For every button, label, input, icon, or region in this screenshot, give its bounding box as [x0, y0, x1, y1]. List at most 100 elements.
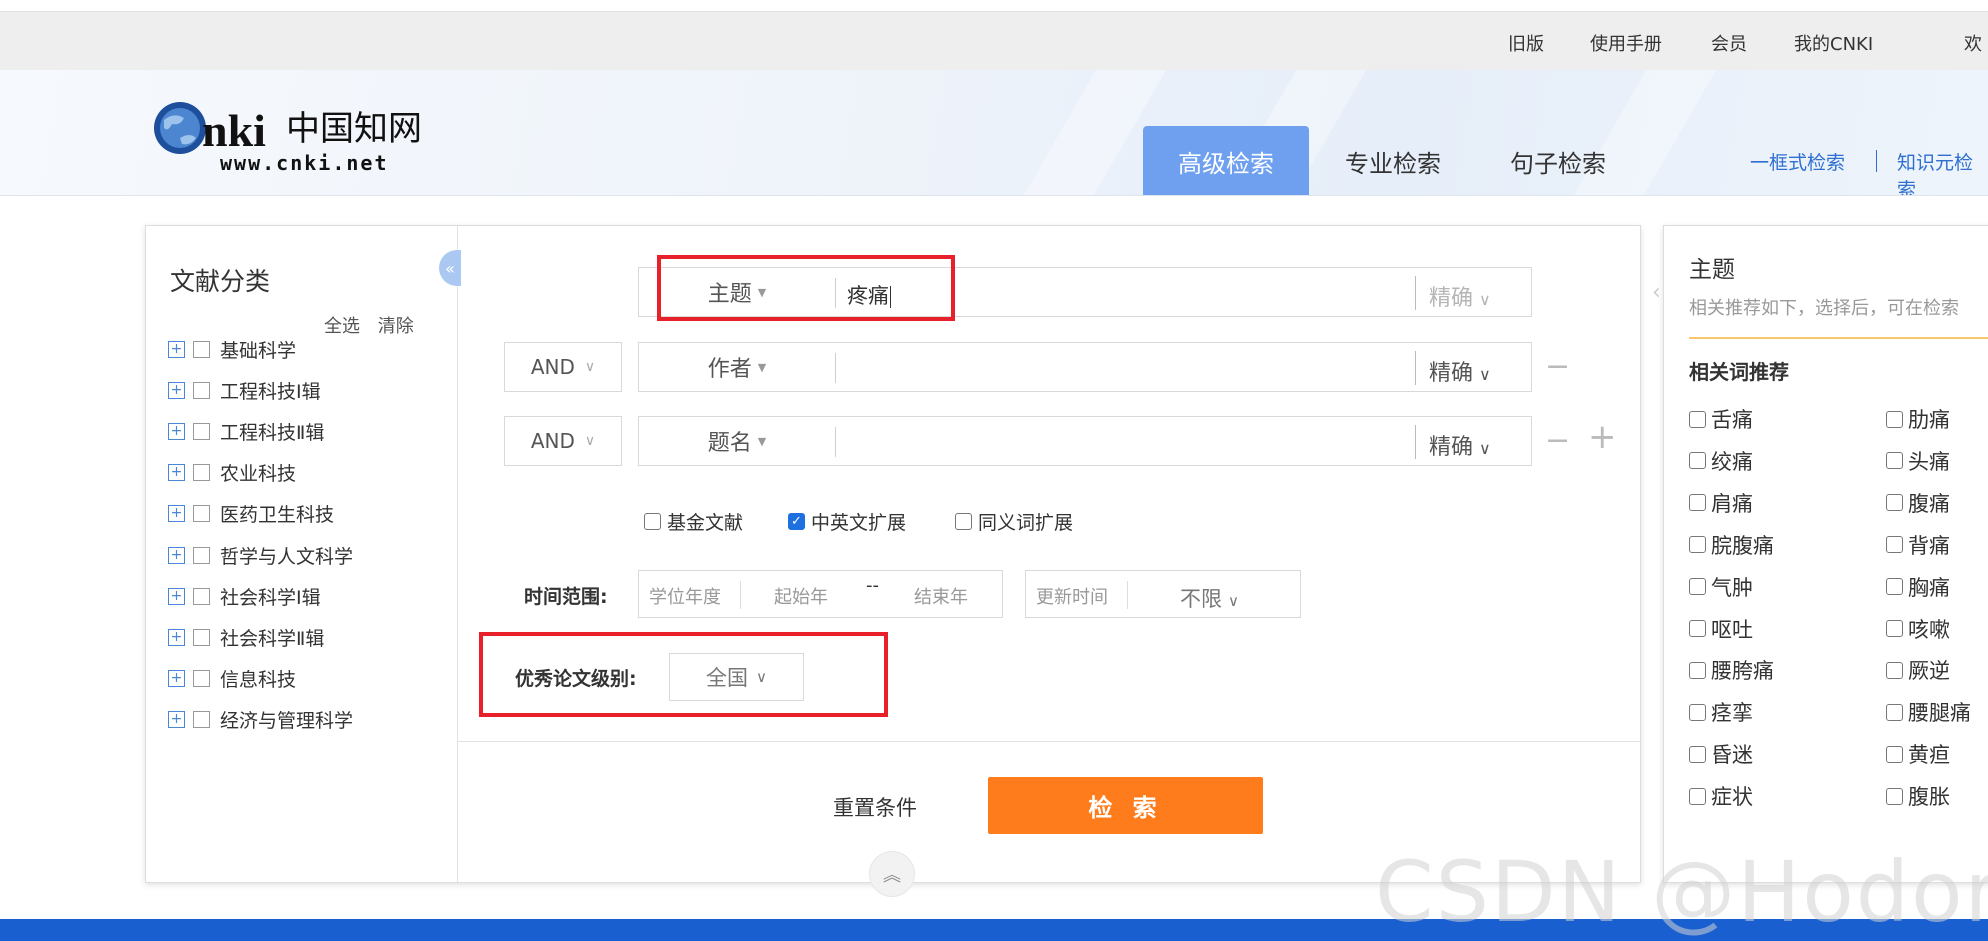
expand-plus-icon[interactable]: +	[168, 628, 185, 646]
related-word-checkbox[interactable]: 呕吐	[1689, 616, 1753, 642]
related-word-checkbox[interactable]: 黄疸	[1886, 741, 1950, 767]
related-word-checkbox[interactable]: 背痛	[1886, 532, 1950, 558]
select-all-link[interactable]: 全选	[324, 316, 360, 337]
degree-year-select[interactable]: 学位年度	[649, 583, 721, 609]
welcome-text: 欢	[1964, 34, 1982, 55]
category-checkbox[interactable]	[193, 587, 210, 605]
start-year-input[interactable]: 起始年	[774, 583, 828, 609]
highlight-box-level	[479, 632, 888, 717]
related-word-label: 呕吐	[1711, 617, 1753, 642]
related-word-label: 舌痛	[1711, 408, 1753, 432]
operator-select-2[interactable]: AND ∨	[504, 342, 622, 392]
tab-advanced-search[interactable]: 高级检索	[1143, 126, 1309, 195]
related-word-checkbox[interactable]: 腹痛	[1886, 490, 1950, 516]
related-word-checkbox[interactable]: 腹胀	[1886, 783, 1950, 809]
match-select-1[interactable]: 精确 ∨	[1429, 280, 1491, 312]
related-word-checkbox[interactable]: 昏迷	[1689, 741, 1753, 767]
sidebar-category-item[interactable]: + 医药卫生科技	[168, 501, 334, 527]
sidebar-category-item[interactable]: + 社会科学Ⅰ辑	[168, 583, 321, 609]
reset-button[interactable]: 重置条件	[833, 792, 917, 822]
sidebar-category-item[interactable]: + 哲学与人文科学	[168, 542, 353, 568]
expand-plus-icon[interactable]: +	[168, 546, 185, 564]
related-word-checkbox[interactable]: 头痛	[1886, 448, 1950, 474]
fund-literature-checkbox[interactable]: 基金文献	[644, 508, 743, 534]
related-word-checkbox[interactable]: 腰胯痛	[1689, 657, 1774, 683]
related-word-checkbox[interactable]: 气肿	[1689, 574, 1753, 600]
related-word-checkbox[interactable]: 肩痛	[1689, 490, 1753, 516]
category-checkbox[interactable]	[193, 711, 210, 729]
member-link[interactable]: 会员	[1711, 30, 1747, 56]
checkbox-box	[1886, 494, 1903, 512]
sidebar-category-item[interactable]: + 基础科学	[168, 336, 296, 362]
related-word-checkbox[interactable]: 症状	[1689, 783, 1753, 809]
caret-down-icon: ▼	[757, 360, 767, 374]
old-version-link[interactable]: 旧版	[1508, 30, 1544, 56]
sidebar-category-item[interactable]: + 经济与管理科学	[168, 707, 353, 733]
add-row-icon[interactable]: +	[1588, 420, 1617, 454]
match-select-2[interactable]: 精确 ∨	[1429, 355, 1491, 387]
cn-en-expand-checkbox[interactable]: ✓ 中英文扩展	[788, 508, 906, 534]
checkbox-box	[644, 512, 661, 530]
related-word-label: 绞痛	[1711, 449, 1753, 474]
sidebar-category-item[interactable]: + 信息科技	[168, 666, 296, 692]
operator-select-3[interactable]: AND ∨	[504, 416, 622, 466]
sidebar-category-item[interactable]: + 工程科技Ⅱ辑	[168, 418, 324, 444]
category-checkbox[interactable]	[193, 628, 210, 646]
category-checkbox[interactable]	[193, 670, 210, 688]
related-word-checkbox[interactable]: 咳嗽	[1886, 616, 1950, 642]
category-checkbox[interactable]	[193, 340, 210, 358]
category-label: 经济与管理科学	[220, 710, 354, 733]
category-checkbox[interactable]	[193, 422, 210, 440]
tab-professional-search[interactable]: 专业检索	[1320, 126, 1466, 195]
related-word-checkbox[interactable]: 舌痛	[1689, 406, 1753, 432]
sidebar-category-item[interactable]: + 工程科技Ⅰ辑	[168, 377, 321, 403]
category-checkbox[interactable]	[193, 546, 210, 564]
category-checkbox[interactable]	[193, 381, 210, 399]
remove-row-3-icon[interactable]: −	[1545, 426, 1570, 456]
checkbox-box	[1886, 661, 1903, 679]
related-word-label: 黄疸	[1908, 743, 1950, 768]
update-time-select[interactable]: 不限 ∨	[1180, 583, 1239, 613]
my-cnki-link[interactable]: 我的CNKI	[1794, 30, 1873, 56]
remove-row-2-icon[interactable]: −	[1545, 352, 1570, 382]
related-word-label: 气肿	[1711, 575, 1753, 600]
related-word-checkbox[interactable]: 胸痛	[1886, 574, 1950, 600]
tab-sentence-search[interactable]: 句子检索	[1485, 126, 1631, 195]
related-word-checkbox[interactable]: 绞痛	[1689, 448, 1753, 474]
collapse-up-icon[interactable]: ︽	[869, 851, 915, 897]
update-time-box[interactable]: 更新时间 不限 ∨	[1025, 570, 1301, 618]
expand-plus-icon[interactable]: +	[168, 340, 185, 358]
related-word-checkbox[interactable]: 厥逆	[1886, 657, 1950, 683]
checkbox-box	[1886, 787, 1903, 805]
checkbox-box	[1886, 452, 1903, 470]
related-word-checkbox[interactable]: 痉挛	[1689, 699, 1753, 725]
expand-plus-icon[interactable]: +	[168, 464, 185, 482]
category-checkbox[interactable]	[193, 505, 210, 523]
expand-plus-icon[interactable]: +	[168, 381, 185, 399]
cnki-logo[interactable]: nki 中国知网 www.cnki.net	[150, 94, 450, 174]
match-select-3[interactable]: 精确 ∨	[1429, 429, 1491, 461]
time-range-box: 学位年度 起始年 -- 结束年	[638, 570, 1003, 618]
category-checkbox[interactable]	[193, 464, 210, 482]
expand-plus-icon[interactable]: +	[168, 711, 185, 729]
top-bar: 旧版 使用手册 会员 我的CNKI 欢	[0, 12, 1988, 70]
field-select-2[interactable]: 作者 ▼	[639, 343, 835, 391]
single-box-search-link[interactable]: 一框式检索	[1750, 148, 1845, 175]
field-select-3[interactable]: 题名 ▼	[639, 417, 835, 465]
related-word-label: 肋痛	[1908, 408, 1950, 432]
knowledge-element-search-link[interactable]: 知识元检索	[1897, 148, 1988, 195]
manual-link[interactable]: 使用手册	[1590, 30, 1662, 56]
synonym-expand-checkbox[interactable]: 同义词扩展	[955, 508, 1073, 534]
expand-plus-icon[interactable]: +	[168, 670, 185, 688]
expand-plus-icon[interactable]: +	[168, 422, 185, 440]
related-word-checkbox[interactable]: 脘腹痛	[1689, 532, 1774, 558]
sidebar-category-item[interactable]: + 农业科技	[168, 460, 296, 486]
related-word-checkbox[interactable]: 肋痛	[1886, 406, 1950, 432]
related-word-checkbox[interactable]: 腰腿痛	[1886, 699, 1971, 725]
search-button[interactable]: 检 索	[988, 777, 1263, 834]
expand-plus-icon[interactable]: +	[168, 505, 185, 523]
clear-link[interactable]: 清除	[378, 316, 414, 337]
expand-plus-icon[interactable]: +	[168, 587, 185, 605]
sidebar-category-item[interactable]: + 社会科学Ⅱ辑	[168, 624, 324, 650]
end-year-input[interactable]: 结束年	[914, 583, 968, 609]
